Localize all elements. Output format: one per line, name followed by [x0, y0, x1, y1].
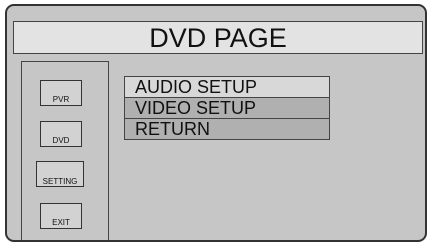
setup-menu: AUDIO SETUP VIDEO SETUP RETURN: [124, 76, 330, 140]
side-panel: PVR DVD SETTING EXIT: [21, 61, 109, 240]
page-title: DVD PAGE: [13, 21, 423, 54]
menu-item-return[interactable]: RETURN: [124, 118, 330, 140]
menu-item-audio-setup[interactable]: AUDIO SETUP: [124, 76, 330, 98]
pvr-button[interactable]: PVR: [40, 80, 82, 106]
menu-item-video-setup[interactable]: VIDEO SETUP: [124, 97, 330, 119]
dvd-button[interactable]: DVD: [40, 121, 82, 147]
setting-button[interactable]: SETTING: [36, 161, 84, 187]
dvd-page-screen: DVD PAGE PVR DVD SETTING EXIT AUDIO SETU…: [5, 4, 427, 242]
exit-button[interactable]: EXIT: [40, 203, 82, 229]
